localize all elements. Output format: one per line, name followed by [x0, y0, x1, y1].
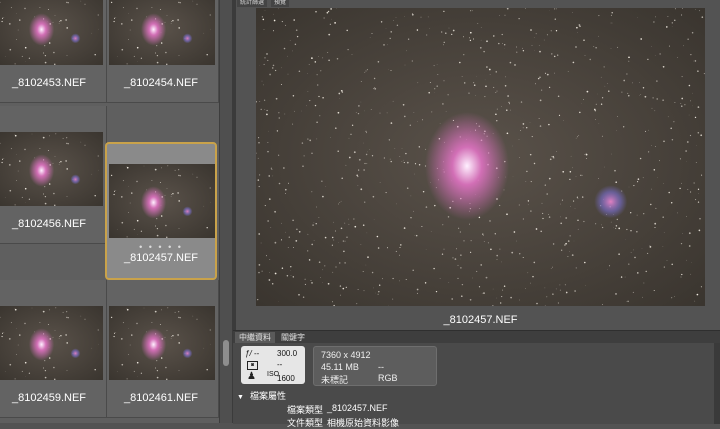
thumbnail-filename: _8102453.NEF — [0, 77, 103, 89]
thumbnail-cell[interactable]: _8102456.NEF — [0, 106, 107, 244]
tab-preview[interactable]: 預覽 — [271, 0, 289, 7]
thumbnail-cell[interactable]: _8102459.NEF — [0, 280, 107, 418]
thumbnail-image[interactable] — [0, 132, 103, 206]
thumbnail-grid: _8102453.NEF _8102454.NEF _8102456.NEF •… — [0, 0, 219, 423]
metadata-panel: 中繼資料 關鍵字 ƒ/ -- 300.0 ◙ -- ♟ ISO 1600 736… — [233, 330, 720, 424]
preview-image — [256, 8, 705, 306]
thumbnail-image[interactable] — [109, 306, 215, 380]
thumbnail-image[interactable] — [0, 306, 103, 380]
collapse-triangle-icon[interactable]: ▼ — [237, 394, 244, 401]
shutter-value: 300.0 — [277, 349, 297, 358]
tab-keywords[interactable]: 關鍵字 — [277, 332, 309, 343]
person-icon: ♟ — [247, 371, 256, 382]
thumbnail-filename: _8102459.NEF — [0, 392, 103, 404]
exposure-comp-value: -- — [277, 360, 282, 369]
thumbnail-image[interactable] — [109, 0, 215, 65]
selection-dots: • • • • • — [107, 242, 215, 252]
metering-icon: ◙ — [247, 361, 258, 370]
file-size: 45.11 MB — [321, 362, 359, 372]
preview-tabs: 統計篩選 預覽 — [237, 0, 289, 7]
prop-label: 檔案類型 — [233, 403, 323, 416]
thumbnail-image[interactable] — [109, 164, 215, 238]
thumbnail-cell[interactable]: _8102461.NEF — [107, 280, 219, 418]
section-title: 檔案屬性 — [250, 391, 286, 401]
image-dimensions: 7360 x 4912 — [321, 350, 371, 360]
file-properties-header[interactable]: ▼ 檔案屬性 — [237, 389, 286, 402]
thumbnail-cell[interactable]: _8102453.NEF — [0, 0, 107, 103]
thumbnail-cell[interactable]: _8102454.NEF — [107, 0, 219, 103]
grid-scrollbar[interactable] — [219, 0, 233, 423]
grid-scrollbar-thumb[interactable] — [223, 340, 229, 366]
thumbnail-filename: _8102461.NEF — [107, 392, 215, 404]
exif-summary: ƒ/ -- 300.0 ◙ -- ♟ ISO 1600 — [241, 346, 305, 384]
label-status: 未標記 — [321, 373, 348, 386]
metadata-tabs: 中繼資料 關鍵字 — [233, 331, 720, 343]
file-info-summary: 7360 x 4912 45.11 MB -- 未標記 RGB — [313, 346, 437, 386]
thumbnail-filename: _8102454.NEF — [107, 77, 215, 89]
thumbnail-image[interactable] — [0, 0, 103, 65]
tab-metadata[interactable]: 中繼資料 — [235, 332, 275, 343]
thumbnail-filename: _8102457.NEF — [107, 252, 215, 264]
color-mode: RGB — [378, 373, 398, 383]
aperture-value: ƒ/ -- — [245, 349, 259, 358]
tab-filter[interactable]: 統計篩選 — [237, 0, 267, 7]
metadata-scrollbar[interactable] — [714, 343, 720, 424]
info-dash: -- — [378, 362, 384, 372]
thumbnail-filename: _8102456.NEF — [0, 218, 103, 230]
preview-filename: _8102457.NEF — [256, 314, 705, 326]
thumbnail-cell[interactable]: • • • • •_8102457.NEF — [105, 142, 217, 280]
prop-value: _8102457.NEF — [327, 403, 388, 413]
iso-value: 1600 — [277, 374, 295, 383]
